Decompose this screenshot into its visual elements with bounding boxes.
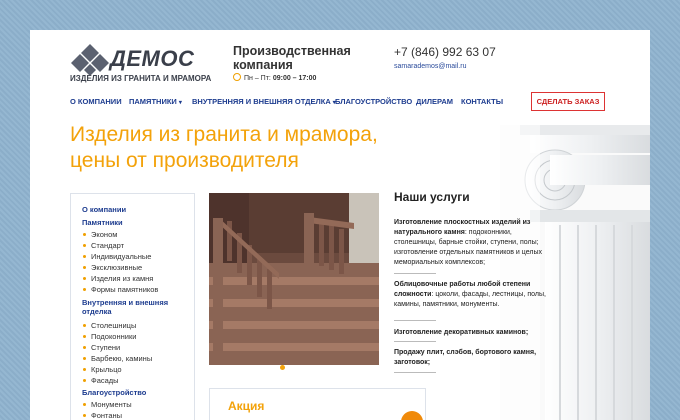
sidebar-item-monuments[interactable]: Памятники — [82, 218, 192, 227]
divider — [394, 320, 436, 321]
nav-finishing[interactable]: ВНУТРЕННЯЯ И ВНЕШНЯЯ ОТДЕЛКА ▾ — [192, 97, 336, 106]
nav-contacts[interactable]: КОНТАКТЫ — [461, 97, 503, 106]
divider — [394, 273, 436, 274]
sidebar-subitem[interactable]: Фонтаны — [83, 411, 122, 420]
email-link[interactable]: samarademos@mail.ru — [394, 63, 466, 70]
chevron-down-icon: ▾ — [178, 100, 182, 106]
bullet-icon — [83, 324, 86, 327]
bullet-icon — [83, 357, 86, 360]
bullet-icon — [83, 288, 86, 291]
logo[interactable]: ДЕМОС ИЗДЕЛИЯ ИЗ ГРАНИТА И МРАМОРА — [70, 42, 211, 86]
sidebar-subitem[interactable]: Формы памятников — [83, 285, 158, 294]
slider-dot[interactable] — [288, 365, 293, 370]
nav-dealers[interactable]: ДИЛЕРАМ — [416, 97, 453, 106]
phone-number[interactable]: +7 (846) 992 63 07 — [394, 45, 496, 59]
sidebar-subitem[interactable]: Монументы — [83, 400, 132, 409]
service-item: Изготовление декоративных каминов; — [394, 329, 529, 336]
sidebar-subitem[interactable]: Подоконники — [83, 332, 136, 341]
bullet-icon — [83, 346, 86, 349]
sidebar-subitem[interactable]: Ступени — [83, 343, 120, 352]
sidebar-subitem[interactable]: Барбекю, камины — [83, 354, 152, 363]
hours-time: 09:00 – 17:00 — [272, 75, 317, 82]
service-item: Облицовочные работы любой степени сложно… — [394, 281, 546, 308]
bullet-icon — [83, 379, 86, 382]
nav-monuments[interactable]: ПАМЯТНИКИ ▾ — [129, 97, 182, 106]
service-item: Изготовление плоскостных изделий из нату… — [394, 219, 542, 266]
service-item: Продажу плит, слэбов, бортового камня, з… — [394, 349, 537, 366]
nav-about[interactable]: О КОМПАНИИ — [70, 97, 122, 106]
bullet-icon — [83, 335, 86, 338]
logo-name: ДЕМОС — [110, 46, 195, 71]
bullet-icon — [83, 244, 86, 247]
promo-arrow-icon[interactable] — [401, 411, 423, 420]
nav-landscaping[interactable]: БЛАГОУСТРОЙСТВО — [335, 97, 412, 106]
working-hours: Пн – Пт: 09:00 – 17:00 — [233, 73, 316, 82]
sidebar: О компании Памятники Эконом Стандарт Инд… — [70, 193, 195, 420]
page: ДЕМОС ИЗДЕЛИЯ ИЗ ГРАНИТА И МРАМОРА Произ… — [30, 30, 650, 420]
hours-prefix: Пн – Пт: — [244, 75, 271, 82]
sidebar-item-finishing[interactable]: Внутренняя и внешняя отделка — [82, 298, 192, 316]
bullet-icon — [83, 368, 86, 371]
bullet-icon — [83, 414, 86, 417]
granite-stairs-photo[interactable] — [209, 193, 379, 365]
divider — [394, 341, 436, 342]
bullet-icon — [83, 255, 86, 258]
sidebar-item-landscaping[interactable]: Благоустройство — [82, 388, 192, 397]
slider-dots — [280, 357, 304, 375]
slider-dot[interactable] — [296, 365, 301, 370]
bullet-icon — [83, 233, 86, 236]
sidebar-item-about[interactable]: О компании — [82, 205, 192, 214]
page-title: Изделия из гранита и мрамора, цены от пр… — [70, 123, 378, 172]
logo-diamond-icon — [71, 44, 109, 76]
ionic-column-image — [500, 125, 650, 420]
clock-icon — [233, 73, 241, 81]
sidebar-subitem[interactable]: Стандарт — [83, 241, 124, 250]
services-heading: Наши услуги — [394, 190, 470, 204]
bullet-icon — [83, 266, 86, 269]
order-button[interactable]: СДЕЛАТЬ ЗАКАЗ — [531, 92, 605, 111]
sidebar-subitem[interactable]: Крыльцо — [83, 365, 122, 374]
slider-dot[interactable] — [280, 365, 285, 370]
sidebar-subitem[interactable]: Фасады — [83, 376, 119, 385]
promo-block[interactable]: Акция — [209, 388, 426, 420]
bullet-icon — [83, 403, 86, 406]
sidebar-subitem[interactable]: Эксклюзивные — [83, 263, 142, 272]
sidebar-subitem[interactable]: Эконом — [83, 230, 117, 239]
divider — [394, 372, 436, 373]
sidebar-subitem[interactable]: Столешницы — [83, 321, 136, 330]
company-label: Производственная компания — [233, 44, 351, 72]
sidebar-subitem[interactable]: Изделия из камня — [83, 274, 153, 283]
sidebar-subitem[interactable]: Индивидуальные — [83, 252, 151, 261]
bullet-icon — [83, 277, 86, 280]
promo-title: Акция — [228, 399, 265, 413]
logo-tagline: ИЗДЕЛИЯ ИЗ ГРАНИТА И МРАМОРА — [70, 74, 212, 83]
